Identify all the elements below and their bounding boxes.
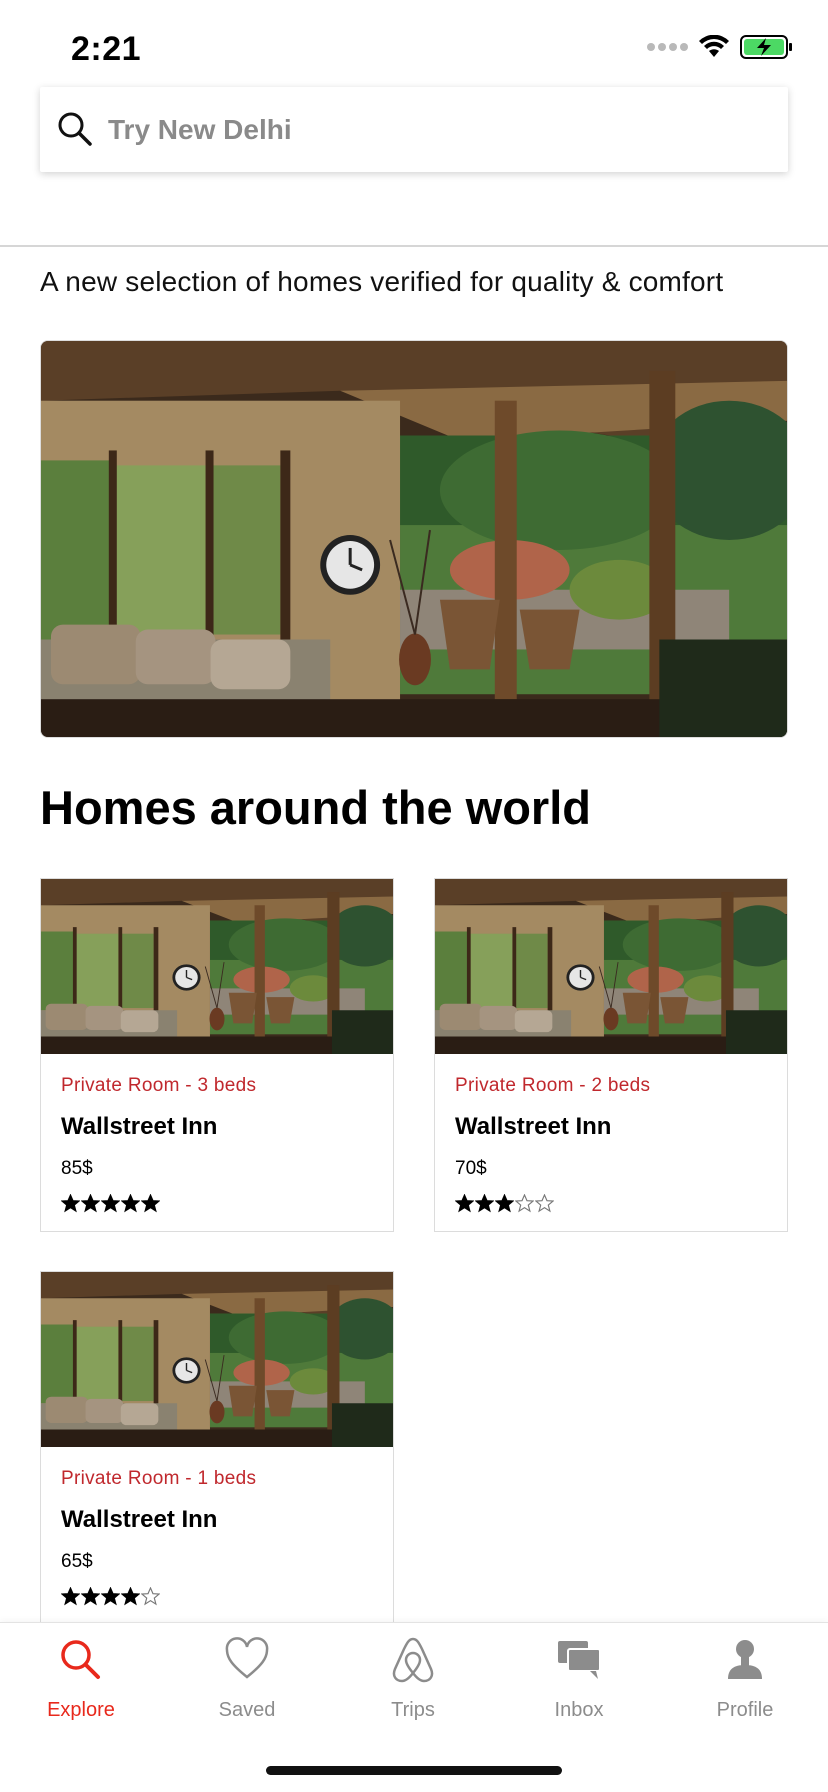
listing-photo — [41, 1272, 393, 1447]
listing-card[interactable]: Private Room - 1 beds Wallstreet Inn 65$ — [40, 1271, 394, 1625]
cellular-signal-icon — [647, 43, 688, 51]
tab-explore[interactable]: Explore — [6, 1635, 156, 1745]
search-input[interactable] — [108, 87, 768, 172]
star-filled-icon — [101, 1587, 120, 1606]
tab-label: Trips — [391, 1699, 435, 1721]
search-icon — [58, 112, 92, 146]
battery-charging-icon — [740, 35, 792, 59]
tab-label: Inbox — [554, 1699, 604, 1721]
intro-subtitle: A new selection of homes verified for qu… — [40, 266, 724, 297]
star-rating — [61, 1194, 160, 1213]
search-bar[interactable] — [40, 87, 788, 172]
tab-label: Explore — [47, 1699, 115, 1721]
star-empty-icon — [515, 1194, 534, 1213]
listing-photo — [435, 879, 787, 1054]
tab-label: Profile — [716, 1699, 774, 1721]
star-filled-icon — [61, 1194, 80, 1213]
star-rating — [455, 1194, 554, 1213]
star-filled-icon — [141, 1194, 160, 1213]
listing-price: 65$ — [61, 1551, 93, 1572]
airbnb-logo-icon — [392, 1637, 434, 1683]
listing-type: Private Room - 3 beds — [61, 1075, 257, 1096]
status-bar: 2:21 — [0, 0, 828, 90]
star-empty-icon — [141, 1587, 160, 1606]
tab-label: Saved — [218, 1699, 276, 1721]
star-filled-icon — [81, 1587, 100, 1606]
listing-type: Private Room - 2 beds — [455, 1075, 651, 1096]
star-filled-icon — [495, 1194, 514, 1213]
listing-price: 70$ — [455, 1158, 487, 1179]
listing-card[interactable]: Private Room - 2 beds Wallstreet Inn 70$ — [434, 878, 788, 1232]
listing-photo — [41, 879, 393, 1054]
star-filled-icon — [475, 1194, 494, 1213]
star-empty-icon — [535, 1194, 554, 1213]
wifi-icon — [699, 35, 729, 57]
star-filled-icon — [455, 1194, 474, 1213]
divider — [0, 245, 828, 247]
star-filled-icon — [121, 1587, 140, 1606]
listing-card[interactable]: Private Room - 3 beds Wallstreet Inn 85$ — [40, 878, 394, 1232]
tab-inbox[interactable]: Inbox — [504, 1635, 654, 1745]
star-filled-icon — [121, 1194, 140, 1213]
chat-bubbles-icon — [558, 1641, 601, 1679]
listing-name: Wallstreet Inn — [455, 1113, 612, 1140]
star-rating — [61, 1587, 160, 1606]
star-filled-icon — [81, 1194, 100, 1213]
person-icon — [728, 1640, 762, 1679]
section-title: Homes around the world — [40, 781, 591, 834]
search-icon — [61, 1640, 100, 1679]
listing-type: Private Room - 1 beds — [61, 1468, 257, 1489]
listing-name: Wallstreet Inn — [61, 1506, 218, 1533]
listing-price: 85$ — [61, 1158, 93, 1179]
tab-trips[interactable]: Trips — [338, 1635, 488, 1745]
star-filled-icon — [61, 1587, 80, 1606]
status-icons — [647, 34, 794, 60]
hero-image[interactable] — [40, 340, 788, 738]
home-indicator[interactable] — [266, 1766, 562, 1775]
tab-saved[interactable]: Saved — [172, 1635, 322, 1745]
tab-profile[interactable]: Profile — [670, 1635, 820, 1745]
star-filled-icon — [101, 1194, 120, 1213]
listing-name: Wallstreet Inn — [61, 1113, 218, 1140]
status-time: 2:21 — [71, 30, 142, 68]
heart-icon — [225, 1637, 269, 1679]
